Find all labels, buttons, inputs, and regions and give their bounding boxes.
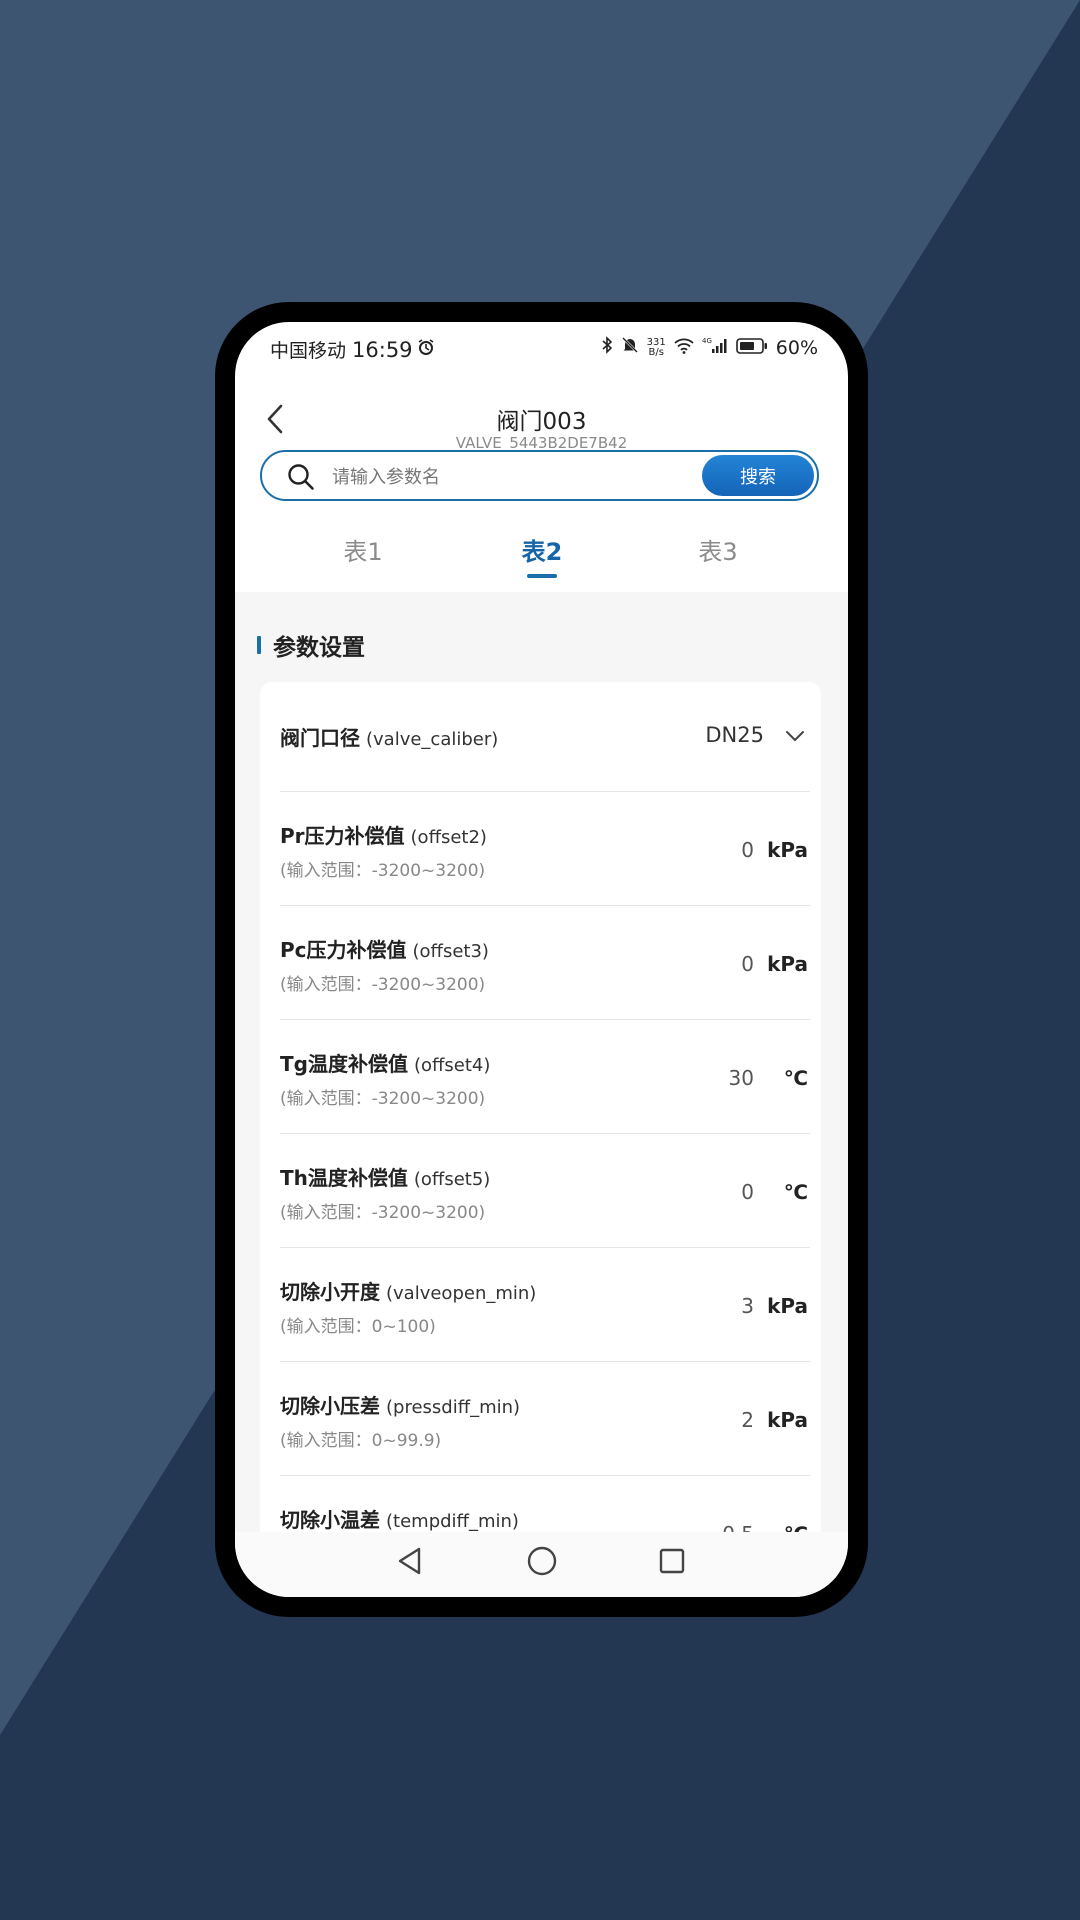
- signal-icon: 4G: [702, 336, 728, 359]
- search-button[interactable]: 搜索: [702, 455, 814, 496]
- param-label: 切除小压差 (pressdiff_min): [280, 1390, 520, 1419]
- param-key: (tempdiff_min): [386, 1511, 519, 1532]
- phone-screen: 中国移动 16:59 331 B/s 4G 60% 阀门003 VALVE_54…: [235, 322, 848, 1597]
- param-range: (输入范围：-3200~3200): [280, 1089, 486, 1109]
- param-value[interactable]: 0.5: [722, 1522, 754, 1532]
- mute-bell-icon: [621, 336, 639, 359]
- chevron-down-icon[interactable]: [784, 725, 806, 747]
- param-label: 切除小开度 (valveopen_min): [280, 1276, 536, 1305]
- carrier-name: 中国移动: [270, 340, 347, 362]
- svg-text:4G: 4G: [702, 337, 712, 345]
- net-speed-unit: B/s: [648, 346, 664, 358]
- alarm-icon: [417, 338, 435, 361]
- net-speed-value: 331: [646, 336, 666, 348]
- param-label: Tg温度补偿值 (offset4): [280, 1048, 490, 1077]
- param-unit: kPa: [767, 952, 808, 976]
- param-key: (valveopen_min): [386, 1283, 537, 1304]
- param-value[interactable]: 30: [729, 1066, 754, 1090]
- param-label: Pc压力补偿值 (offset3): [280, 934, 489, 963]
- bluetooth-icon: [601, 336, 613, 359]
- tab-1[interactable]: 表1: [323, 532, 403, 567]
- param-name: 切除小压差: [280, 1394, 380, 1418]
- param-range: (输入范围：-3200~3200): [280, 1203, 486, 1223]
- tab-2[interactable]: 表2: [502, 532, 582, 567]
- param-value[interactable]: 0: [741, 952, 754, 976]
- search-input[interactable]: [330, 456, 694, 498]
- param-unit: ℃: [783, 1180, 808, 1204]
- nav-recents-button[interactable]: [655, 1544, 689, 1578]
- param-row-offset3[interactable]: Pc压力补偿值 (offset3) (输入范围：-3200~3200) 0 kPa: [280, 906, 810, 1020]
- phone-frame: 中国移动 16:59 331 B/s 4G 60% 阀门003 VALVE_54…: [215, 302, 868, 1617]
- param-unit: ℃: [784, 1522, 808, 1532]
- param-name: Tg温度补偿值: [280, 1052, 408, 1076]
- param-range: (输入范围：0~100): [280, 1317, 436, 1337]
- param-key: (offset5): [413, 1169, 491, 1190]
- param-unit: ℃: [783, 1066, 808, 1090]
- param-key: (offset4): [413, 1055, 491, 1076]
- tab-bar: 表1 表2 表3: [235, 522, 848, 582]
- param-value[interactable]: 0: [741, 1180, 754, 1204]
- param-unit: kPa: [767, 1408, 808, 1432]
- param-name: Pr压力补偿值: [280, 824, 405, 848]
- param-row-offset2[interactable]: Pr压力补偿值 (offset2) (输入范围：-3200~3200) 0 kPa: [280, 792, 810, 906]
- param-row-valve-caliber[interactable]: 阀门口径 (valve_caliber) DN25: [280, 682, 810, 792]
- param-name: Th温度补偿值: [280, 1166, 408, 1190]
- nav-back-button[interactable]: [393, 1544, 427, 1578]
- param-row-pressdiff-min[interactable]: 切除小压差 (pressdiff_min) (输入范围：0~99.9) 2 kPa: [280, 1362, 810, 1476]
- param-unit: kPa: [767, 838, 808, 862]
- circle-home-icon: [527, 1546, 557, 1576]
- triangle-back-icon: [398, 1547, 421, 1575]
- param-label: Pr压力补偿值 (offset2): [280, 820, 487, 849]
- param-key: (pressdiff_min): [386, 1397, 521, 1418]
- param-row-offset4[interactable]: Tg温度补偿值 (offset4) (输入范围：-3200~3200) 30 ℃: [280, 1020, 810, 1134]
- battery-percent: 60%: [775, 336, 818, 359]
- system-nav-bar: [235, 1532, 848, 1597]
- param-value[interactable]: 3: [741, 1294, 754, 1318]
- param-range: (输入范围：0~99.9): [280, 1431, 442, 1451]
- param-label: 阀门口径 (valve_caliber): [280, 722, 498, 751]
- param-name: 切除小开度: [280, 1280, 380, 1304]
- param-label: Th温度补偿值 (offset5): [280, 1162, 490, 1191]
- param-value[interactable]: 0: [741, 838, 754, 862]
- section-header: 参数设置: [257, 628, 365, 662]
- params-content: 参数设置 阀门口径 (valve_caliber) DN25 Pr压力补偿值 (of…: [235, 592, 848, 1532]
- param-label: 切除小温差 (tempdiff_min): [280, 1504, 519, 1532]
- param-range: (输入范围：-3200~3200): [280, 861, 486, 881]
- param-name: Pc压力补偿值: [280, 938, 407, 962]
- net-speed: 331 B/s: [646, 336, 666, 358]
- param-range: (输入范围：-3200~3200): [280, 975, 486, 995]
- param-key: (valve_caliber): [366, 729, 499, 750]
- param-row-offset5[interactable]: Th温度补偿值 (offset5) (输入范围：-3200~3200) 0 ℃: [280, 1134, 810, 1248]
- battery-icon: [735, 337, 768, 359]
- status-bar: 中国移动 16:59 331 B/s 4G 60%: [235, 322, 848, 372]
- param-row-tempdiff-min[interactable]: 切除小温差 (tempdiff_min) 0.5 ℃: [280, 1476, 810, 1532]
- search-icon: [286, 462, 316, 492]
- square-recents-icon: [659, 1548, 685, 1574]
- param-name: 阀门口径: [280, 726, 360, 750]
- clock: 16:59: [352, 337, 413, 362]
- active-tab-indicator: [527, 574, 557, 578]
- valve-caliber-select[interactable]: DN25: [705, 723, 764, 747]
- section-accent-bar: [257, 636, 261, 654]
- params-card: 阀门口径 (valve_caliber) DN25 Pr压力补偿值 (offset2…: [260, 682, 821, 1532]
- wifi-icon: [674, 337, 694, 359]
- search-bar: 搜索: [260, 450, 819, 501]
- section-title: 参数设置: [273, 635, 365, 661]
- tab-3[interactable]: 表3: [678, 532, 758, 567]
- param-name: 切除小温差: [280, 1508, 380, 1532]
- page-header: 阀门003 VALVE_5443B2DE7B42: [235, 372, 848, 462]
- param-unit: kPa: [767, 1294, 808, 1318]
- page-title: 阀门003: [496, 409, 587, 435]
- nav-home-button[interactable]: [525, 1544, 559, 1578]
- param-key: (offset2): [410, 827, 487, 848]
- param-row-valveopen-min[interactable]: 切除小开度 (valveopen_min) (输入范围：0~100) 3 kPa: [280, 1248, 810, 1362]
- param-value[interactable]: 2: [741, 1408, 754, 1432]
- param-key: (offset3): [412, 941, 489, 962]
